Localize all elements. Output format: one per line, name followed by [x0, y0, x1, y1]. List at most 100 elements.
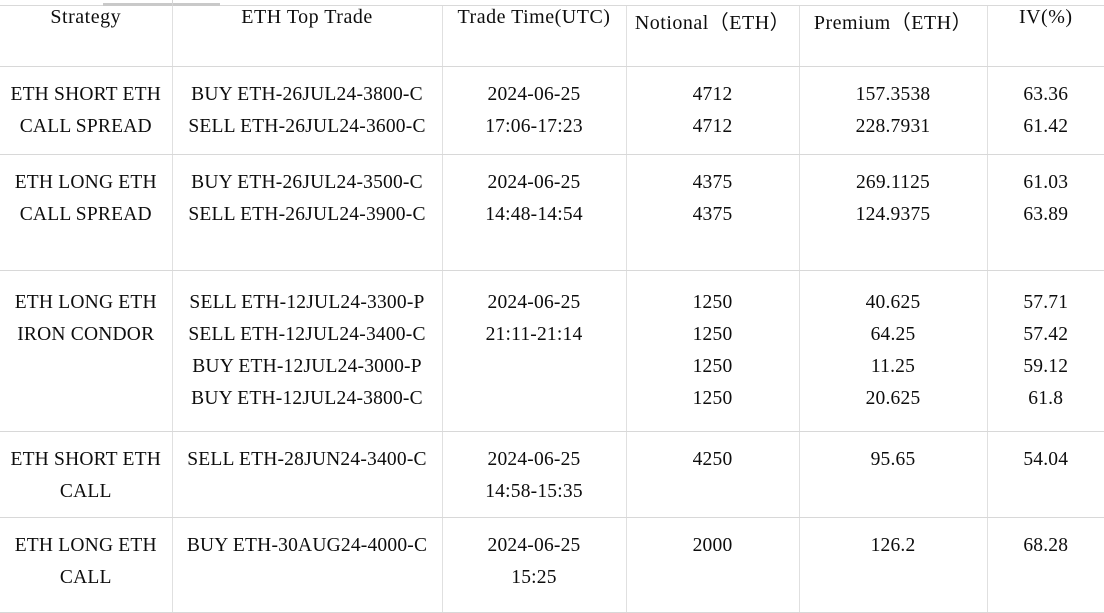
strategy-line: CALL [59, 567, 112, 588]
cell-strategy: ETH SHORT ETH CALL [0, 431, 173, 518]
cell-top-trade: BUY ETH-26JUL24-3800-C SELL ETH-26JUL24-… [171, 66, 443, 155]
iv-value: 61.8 [1028, 388, 1064, 409]
cell-premium: 126.2 [798, 517, 988, 613]
premium-value: 95.65 [870, 449, 916, 470]
cell-iv: 61.03 63.89 [986, 154, 1104, 271]
cell-premium: 40.625 64.25 11.25 20.625 [798, 270, 988, 432]
trade-leg: SELL ETH-26JUL24-3600-C [188, 116, 426, 137]
cell-premium: 269.1125 124.9375 [798, 154, 988, 271]
notional-value: 4712 [692, 84, 733, 105]
strategy-line: ETH LONG ETH [14, 172, 157, 193]
cell-premium: 157.3538 228.7931 [798, 66, 988, 155]
trade-leg: BUY ETH-30AUG24-4000-C [186, 535, 428, 556]
notional-value: 1250 [692, 292, 733, 313]
premium-value: 20.625 [865, 388, 921, 409]
trade-date: 2024-06-25 [487, 449, 581, 470]
cell-trade-time: 2024-06-25 17:06-17:23 [441, 66, 627, 155]
iv-value: 63.89 [1023, 204, 1069, 225]
cell-top-trade: BUY ETH-30AUG24-4000-C [171, 517, 443, 613]
strategy-line: ETH LONG ETH [14, 535, 157, 556]
trade-date: 2024-06-25 [487, 535, 581, 556]
trade-time-range: 15:25 [511, 567, 557, 588]
table-row[interactable]: ETH LONG ETH IRON CONDOR SELL ETH-12JUL2… [0, 270, 1104, 432]
trade-leg: BUY ETH-12JUL24-3000-P [192, 356, 422, 377]
notional-value: 4712 [692, 116, 733, 137]
cell-trade-time: 2024-06-25 14:48-14:54 [441, 154, 627, 271]
cell-strategy: ETH LONG ETH CALL SPREAD [0, 154, 173, 271]
notional-value: 1250 [692, 388, 733, 409]
table-body: ETH SHORT ETH CALL SPREAD BUY ETH-26JUL2… [0, 66, 1104, 613]
trade-date: 2024-06-25 [487, 84, 581, 105]
table-row[interactable]: ETH LONG ETH CALL BUY ETH-30AUG24-4000-C… [0, 517, 1104, 613]
iv-value: 57.71 [1023, 292, 1069, 313]
iv-value: 68.28 [1023, 535, 1069, 556]
strategy-line: CALL [59, 481, 112, 502]
trade-time-range: 14:48-14:54 [485, 204, 583, 225]
cell-notional: 4250 [625, 431, 800, 518]
strategy-line: ETH LONG ETH [14, 292, 157, 313]
cell-iv: 54.04 [986, 431, 1104, 518]
trade-time-range: 14:58-15:35 [485, 481, 583, 502]
notional-value: 1250 [692, 356, 733, 377]
column-header-trade-time[interactable]: Trade Time(UTC) [441, 6, 627, 67]
cell-strategy: ETH LONG ETH IRON CONDOR [0, 270, 173, 432]
strategy-line: ETH SHORT ETH [10, 449, 162, 470]
iv-value: 61.03 [1023, 172, 1069, 193]
premium-value: 126.2 [870, 535, 916, 556]
premium-value: 11.25 [870, 356, 916, 377]
trade-date: 2024-06-25 [487, 292, 581, 313]
cell-notional: 4712 4712 [625, 66, 800, 155]
cell-top-trade: SELL ETH-28JUN24-3400-C [171, 431, 443, 518]
premium-value: 40.625 [865, 292, 921, 313]
column-header-notional[interactable]: Notional（ETH） [625, 6, 800, 67]
column-header-strategy[interactable]: Strategy [0, 6, 173, 67]
iv-value: 57.42 [1023, 324, 1069, 345]
trade-time-range: 21:11-21:14 [485, 324, 583, 345]
eth-top-trades-table: Strategy ETH Top Trade Trade Time(UTC) N… [0, 6, 1104, 613]
iv-value: 61.42 [1023, 116, 1069, 137]
cell-iv: 63.36 61.42 [986, 66, 1104, 155]
notional-value: 4250 [692, 449, 733, 470]
premium-value: 64.25 [870, 324, 916, 345]
table-row[interactable]: ETH SHORT ETH CALL SPREAD BUY ETH-26JUL2… [0, 66, 1104, 155]
cell-iv: 68.28 [986, 517, 1104, 613]
header-row: Strategy ETH Top Trade Trade Time(UTC) N… [0, 6, 1104, 67]
trade-leg: BUY ETH-26JUL24-3500-C [191, 172, 423, 193]
strategy-line: CALL SPREAD [19, 116, 152, 137]
column-header-top-trade[interactable]: ETH Top Trade [171, 6, 443, 67]
premium-value: 157.3538 [855, 84, 931, 105]
notional-value: 4375 [692, 172, 733, 193]
cell-trade-time: 2024-06-25 15:25 [441, 517, 627, 613]
notional-value: 1250 [692, 324, 733, 345]
strategy-line: ETH SHORT ETH [10, 84, 162, 105]
trade-leg: SELL ETH-12JUL24-3400-C [188, 324, 426, 345]
strategy-line: IRON CONDOR [17, 324, 155, 345]
cell-iv: 57.71 57.42 59.12 61.8 [986, 270, 1104, 432]
trade-leg: BUY ETH-26JUL24-3800-C [191, 84, 423, 105]
premium-value: 269.1125 [855, 172, 930, 193]
table-row[interactable]: ETH SHORT ETH CALL SELL ETH-28JUN24-3400… [0, 431, 1104, 518]
trade-date: 2024-06-25 [487, 172, 581, 193]
cell-strategy: ETH SHORT ETH CALL SPREAD [0, 66, 173, 155]
table-header: Strategy ETH Top Trade Trade Time(UTC) N… [0, 6, 1104, 67]
trade-leg: BUY ETH-12JUL24-3800-C [191, 388, 423, 409]
cell-notional: 4375 4375 [625, 154, 800, 271]
notional-value: 2000 [692, 535, 733, 556]
cell-top-trade: BUY ETH-26JUL24-3500-C SELL ETH-26JUL24-… [171, 154, 443, 271]
premium-value: 124.9375 [855, 204, 931, 225]
trade-leg: SELL ETH-26JUL24-3900-C [188, 204, 426, 225]
table-row[interactable]: ETH LONG ETH CALL SPREAD BUY ETH-26JUL24… [0, 154, 1104, 271]
cell-notional: 1250 1250 1250 1250 [625, 270, 800, 432]
cell-premium: 95.65 [798, 431, 988, 518]
trade-leg: SELL ETH-12JUL24-3300-P [189, 292, 425, 313]
trade-leg: SELL ETH-28JUN24-3400-C [187, 449, 427, 470]
premium-value: 228.7931 [855, 116, 931, 137]
notional-value: 4375 [692, 204, 733, 225]
cell-trade-time: 2024-06-25 21:11-21:14 [441, 270, 627, 432]
cell-notional: 2000 [625, 517, 800, 613]
column-header-premium[interactable]: Premium（ETH） [798, 6, 988, 67]
column-header-iv[interactable]: IV(%) [986, 6, 1104, 67]
iv-value: 59.12 [1023, 356, 1069, 377]
trades-table-sheet: Strategy ETH Top Trade Trade Time(UTC) N… [0, 0, 1104, 613]
strategy-line: CALL SPREAD [19, 204, 152, 225]
